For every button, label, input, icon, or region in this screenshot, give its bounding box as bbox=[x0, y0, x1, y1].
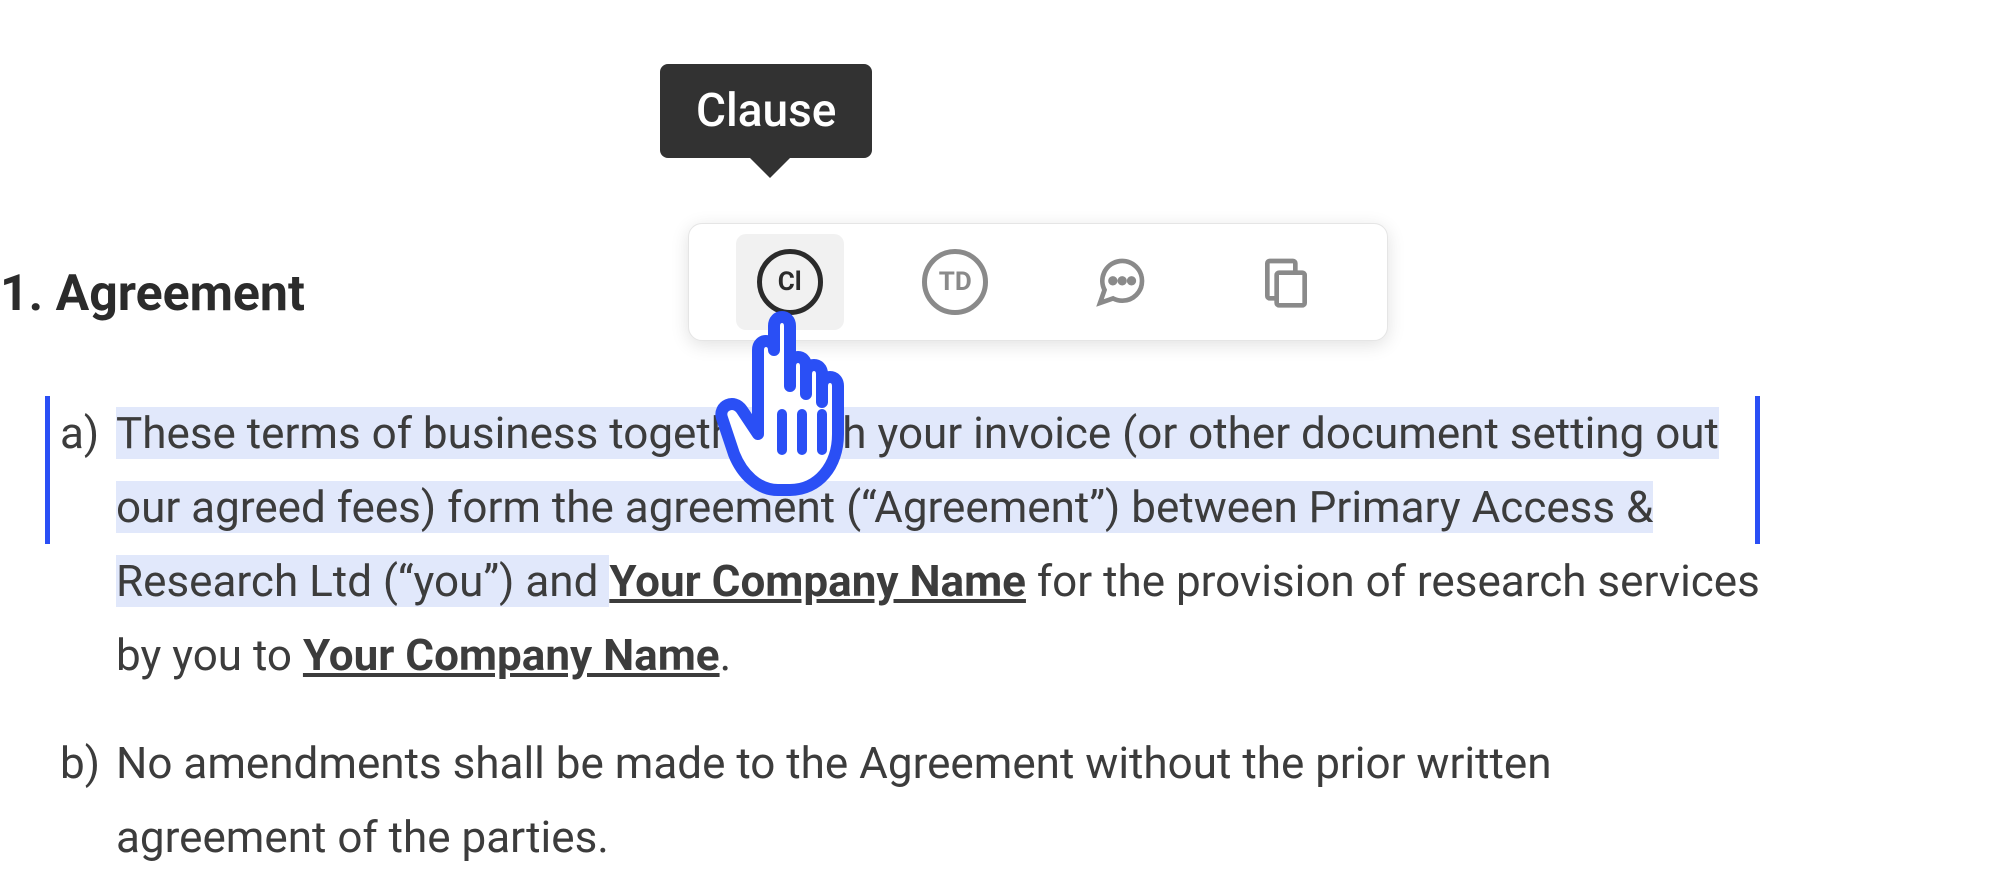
clause-a-label: a) bbox=[60, 396, 116, 470]
clause-b-text: No amendments shall be made to the Agree… bbox=[116, 737, 1552, 863]
comment-button[interactable] bbox=[1067, 234, 1175, 330]
selection-toolbar: Cl TD bbox=[688, 223, 1388, 341]
copy-button[interactable] bbox=[1232, 234, 1340, 330]
clause-b[interactable]: b)No amendments shall be made to the Agr… bbox=[60, 726, 1770, 874]
clause-a[interactable]: a)These terms of business together with … bbox=[60, 396, 1770, 692]
clause-b-label: b) bbox=[60, 726, 116, 800]
clause-icon: Cl bbox=[757, 249, 823, 315]
selection-caret-left bbox=[45, 396, 50, 544]
term-definition-button[interactable]: TD bbox=[901, 234, 1009, 330]
comment-icon bbox=[1093, 254, 1149, 310]
company-name-placeholder-2[interactable]: Your Company Name bbox=[303, 629, 720, 681]
company-name-placeholder-1[interactable]: Your Company Name bbox=[609, 555, 1026, 607]
agreement-body: a)These terms of business together with … bbox=[60, 396, 1770, 874]
copy-icon bbox=[1258, 254, 1314, 310]
section-heading: 1. Agreement bbox=[0, 265, 305, 323]
clause-a-tail: . bbox=[720, 629, 732, 681]
clause-button[interactable]: Cl bbox=[736, 234, 844, 330]
term-definition-icon: TD bbox=[922, 249, 988, 315]
tooltip-clause: Clause bbox=[660, 64, 872, 158]
